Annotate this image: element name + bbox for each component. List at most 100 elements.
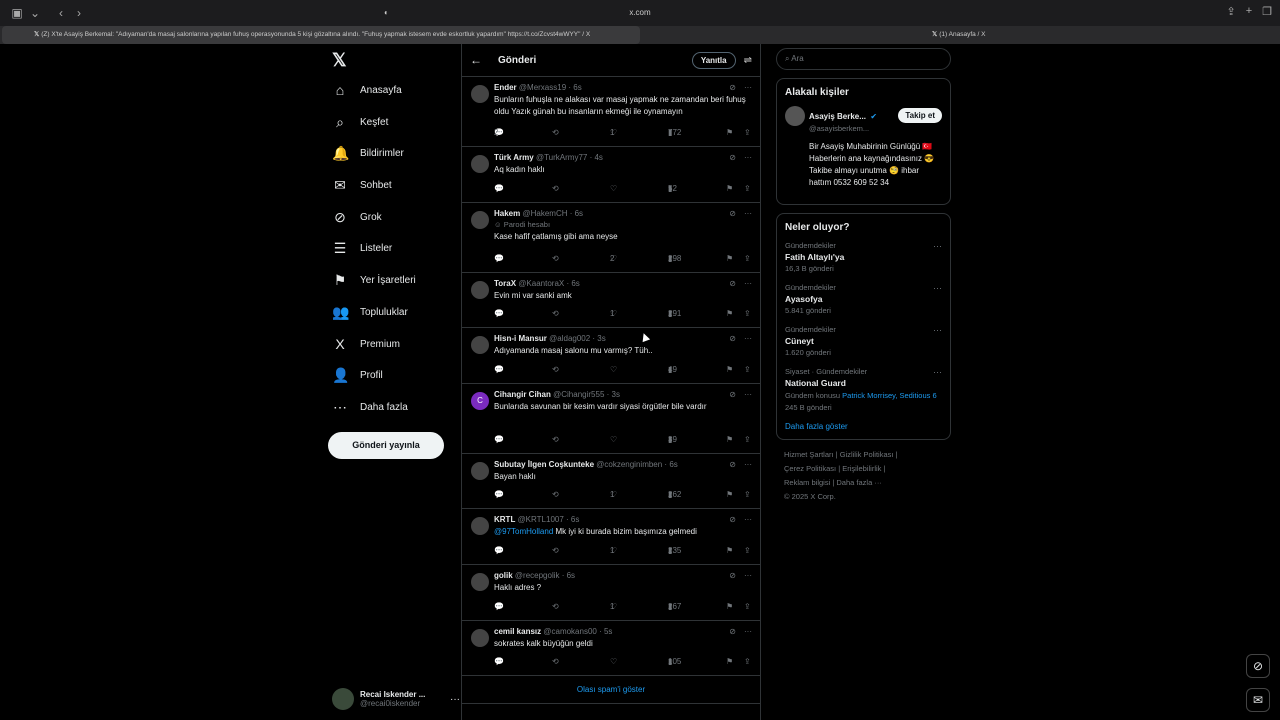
avatar[interactable] [471,572,489,591]
tabs-overview-icon[interactable]: ❐ [1262,5,1272,18]
show-more-link[interactable]: Daha fazla göster [785,422,942,431]
grok-icon[interactable]: ⊘ [729,153,736,162]
nav-more[interactable]: ⋯ Daha fazla [332,395,408,419]
share-icon[interactable]: ⇪ [744,184,751,193]
grok-icon[interactable]: ⊘ [1246,654,1270,678]
nav-bookmarks[interactable]: ⚑ Yer İşaretleri [332,268,416,292]
more-icon[interactable]: ··· [744,627,752,636]
more-icon[interactable]: ··· [744,390,752,399]
reply-tweet[interactable]: C Cihangir Cihan @Cihangir555 · 3s ⊘ ··· Bun… [462,384,760,454]
share-icon[interactable]: ⇪ [744,490,751,499]
forward-icon[interactable]: › [70,6,88,20]
reply-tweet[interactable]: Hisn-i Mansur @aldag002 · 3s ⊘ ··· Adıyaman… [462,328,760,384]
author-handle[interactable]: @cokzenginimben [596,460,662,469]
related-person[interactable]: Asayiş Berke... ✔ @asayisberkem... Takip… [785,106,942,196]
bookmark-icon[interactable]: ⚑ [726,365,733,374]
more-icon[interactable]: ··· [933,325,942,335]
bookmark-icon[interactable]: ⚑ [726,309,733,318]
repost-icon[interactable]: ⟲ [552,657,559,666]
tweet-time[interactable]: 4s [594,153,602,162]
back-arrow-icon[interactable]: ← [470,53,498,67]
author-name[interactable]: Hisn-i Mansur [494,334,547,343]
author-name[interactable]: ToraX [494,279,516,288]
post-button[interactable]: Gönderi yayınla [328,432,444,459]
share-icon[interactable]: ⇪ [744,254,751,263]
tweet-time[interactable]: 6s [567,571,575,580]
nav-notifications[interactable]: 🔔 Bildirimler [332,141,404,165]
grok-icon[interactable]: ⊘ [729,627,736,636]
related-name[interactable]: Asayiş Berke... [809,112,866,121]
address-bar[interactable]: ◐ x.com [380,4,900,22]
grok-icon[interactable]: ⊘ [729,279,736,288]
bookmark-icon[interactable]: ⚑ [726,490,733,499]
grok-icon[interactable]: ⊘ [729,83,736,92]
grok-icon[interactable]: ⊘ [729,515,736,524]
tweet-time[interactable]: 6s [571,515,579,524]
tweet-time[interactable]: 6s [573,83,581,92]
repost-icon[interactable]: ⟲ [552,128,559,137]
author-name[interactable]: Türk Army [494,153,534,162]
author-handle[interactable]: @KRTL1007 [518,515,564,524]
more-icon[interactable]: ··· [744,460,752,469]
avatar[interactable] [471,85,489,103]
bookmark-icon[interactable]: ⚑ [726,254,733,263]
more-icon[interactable]: ··· [933,367,942,377]
share-icon[interactable]: ⇪ [744,309,751,318]
avatar[interactable] [471,280,489,299]
nav-communities[interactable]: 👥 Topluluklar [332,300,408,324]
more-icon[interactable]: ··· [744,153,752,162]
share-icon[interactable]: ⇪ [744,657,751,666]
x-logo-icon[interactable]: 𝕏 [332,50,347,71]
mail-icon[interactable]: ✉ [1246,688,1270,712]
trend-item[interactable]: Siyaset · Gündemdekiler National Guard G… [785,367,942,412]
grok-icon[interactable]: ⊘ [729,460,736,469]
avatar[interactable] [471,461,489,480]
tweet-time[interactable]: 5s [604,627,612,636]
author-handle[interactable]: @recepgolik [515,571,560,580]
more-icon[interactable]: ··· [744,209,752,218]
author-name[interactable]: Cihangir Cihan [494,390,551,399]
author-handle[interactable]: @Cihangir555 [553,390,604,399]
avatar[interactable] [471,155,489,173]
repost-icon[interactable]: ⟲ [552,309,559,318]
nav-lists[interactable]: ☰ Listeler [332,236,393,260]
nav-messages[interactable]: ✉ Sohbet [332,173,392,197]
tweet-time[interactable]: 6s [669,460,677,469]
share-icon[interactable]: ⇪ [744,546,751,555]
bookmark-icon[interactable]: ⚑ [726,128,733,137]
more-icon[interactable]: ··· [744,83,752,92]
repost-icon[interactable]: ⟲ [552,184,559,193]
share-icon[interactable]: ⇪ [744,435,751,444]
reply-tweet[interactable]: ToraX @KaantoraX · 6s ⊘ ··· Evin mi var san… [462,273,760,329]
repost-icon[interactable]: ⟲ [552,602,559,611]
new-tab-icon[interactable]: + [1246,5,1252,18]
bookmark-icon[interactable]: ⚑ [726,184,733,193]
trend-item[interactable]: Gündemdekiler Cüneyt 1.620 gönderi ··· [785,325,942,357]
author-handle[interactable]: @HakemCH [522,209,567,218]
tweet-time[interactable]: 3s [612,390,620,399]
bookmark-icon[interactable]: ⚑ [726,435,733,444]
nav-explore[interactable]: ⌕ Keşfet [332,110,388,134]
author-handle[interactable]: @TurkArmy77 [536,153,587,162]
trend-item[interactable]: Gündemdekiler Ayasofya 5.841 gönderi ··· [785,283,942,315]
reply-tweet[interactable]: Hakem @HakemCH · 6s ⊘ ··· ☺ Parodi hesabı Ka… [462,203,760,273]
author-handle[interactable]: @camokans00 [543,627,596,636]
reply-tweet[interactable]: Subutay İlgen Coşkunteke @cokzenginimben… [462,454,760,510]
tweet-time[interactable]: 6s [575,209,583,218]
reply-button[interactable]: Yanıtla [691,51,736,69]
more-icon[interactable]: ··· [744,279,752,288]
sidebar-toggle-icon[interactable]: ▣ [8,6,26,20]
tab-tweet[interactable]: 𝕏 (Z) X'te Asayiş Berkemal: "Adıyaman'da … [2,26,640,44]
nav-home[interactable]: ⌂ Anasayfa [332,78,402,102]
reply-tweet[interactable]: cemil kansız @camokans00 · 5s ⊘ ··· sokrate… [462,621,760,677]
show-spam-link[interactable]: Olası spam'i göster [462,676,760,705]
repost-icon[interactable]: ⟲ [552,435,559,444]
more-icon[interactable]: ··· [933,283,942,293]
nav-grok[interactable]: ⊘ Grok [332,205,382,229]
more-icon[interactable]: ··· [744,571,752,580]
follow-button[interactable]: Takip et [898,108,942,123]
avatar[interactable] [471,628,489,647]
repost-icon[interactable]: ⟲ [552,546,559,555]
back-icon[interactable]: ‹ [52,6,70,20]
author-name[interactable]: golik [494,571,513,580]
